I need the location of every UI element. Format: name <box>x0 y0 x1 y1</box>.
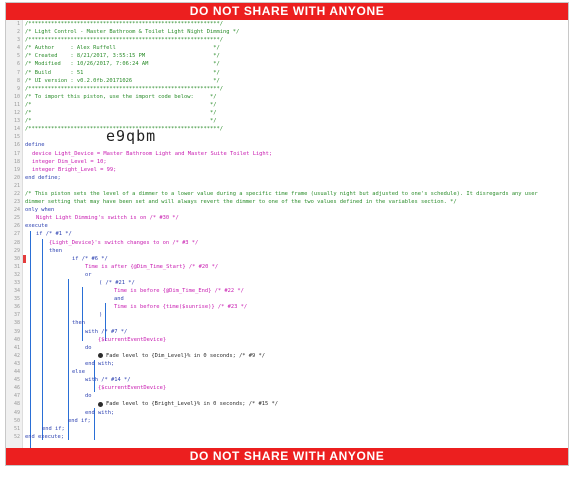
code-lines: 1/**************************************… <box>6 20 568 441</box>
code-line: 43 end with; <box>13 360 115 367</box>
code-line: 25 Night Light Dimming's switch is on /* … <box>13 215 179 222</box>
code-line: 15 <box>13 134 20 141</box>
code-line: 1/**************************************… <box>16 21 223 27</box>
code-line: 51 end if; <box>13 425 65 432</box>
code-line: 48 Fade level to {Bright_Level}% in 0 sec… <box>13 401 279 408</box>
code-line: 33( /* #21 */ <box>13 280 135 286</box>
code-line: 6/* Modified : 10/26/2017, 7:06:24 AM */ <box>16 61 220 68</box>
code-line: 17 device Light_Device = Master Bathroom … <box>13 150 273 157</box>
code-line: 42 Fade level to {Dim_Level}% in 0 second… <box>13 352 266 359</box>
code-line: 22/* This piston sets the level of a dim… <box>13 190 538 197</box>
code-line: 35 and <box>13 296 124 303</box>
code-line: 12/* */ <box>13 110 217 117</box>
code-line: 41 do <box>13 344 92 351</box>
code-line: 29 then <box>13 247 62 254</box>
code-line: 21 <box>13 182 20 189</box>
code-line: 14/*************************************… <box>13 126 223 133</box>
code-line: 3/**************************************… <box>16 37 223 44</box>
code-line: 47 do <box>13 393 92 400</box>
code-line: 52 end execute; <box>13 433 64 440</box>
task-bullet-icon <box>98 402 103 407</box>
code-line: 46 {$currentEventDevice} <box>13 385 167 392</box>
code-line: 18 integer Dim_Level = 10; <box>13 158 107 165</box>
code-line: 32 or <box>13 271 92 278</box>
code-line: 49 end with; <box>13 409 115 416</box>
code-line: 50 end if; <box>13 417 91 424</box>
code-line: 20 end define; <box>13 174 61 181</box>
code-line: 4/* Author : Alex Ruffell */ <box>16 45 220 52</box>
code-line: 23 dimmer setting that may have been set … <box>13 199 457 206</box>
code-line: 37) <box>13 312 103 319</box>
code-line: 5/* Created : 8/21/2017, 3:55:15 PM */ <box>16 53 220 60</box>
code-line: 45 with /* #14 */ <box>13 377 131 384</box>
code-line: 24 only when <box>13 207 55 214</box>
code-line: 7/* Build : 51 */ <box>16 69 220 76</box>
code-line: 10/* To import this piston, use the impo… <box>13 93 217 100</box>
warning-banner-bottom: DO NOT SHARE WITH ANYONE <box>6 448 568 465</box>
code-line: 38 then <box>13 320 85 327</box>
code-line: 30 if /* #6 */ <box>13 255 108 262</box>
code-line: 19 integer Bright_Level = 99; <box>13 166 117 173</box>
code-line: 2/* Light Control - Master Bathroom & To… <box>16 29 240 36</box>
code-line: 36 Time is before {time($sunrise)} /* #23… <box>13 304 248 311</box>
code-line: 40 {$currentEventDevice} <box>13 336 167 343</box>
code-line: 44 else <box>13 369 85 376</box>
code-line: 13/* */ <box>13 118 217 125</box>
code-line: 16 define <box>13 142 45 149</box>
code-line: 31 Time is after {@Dim_Time_Start} /* #20… <box>13 263 219 270</box>
code-line: 11/* */ <box>13 101 217 108</box>
code-line: 39 with /* #7 */ <box>13 328 128 335</box>
task-bullet-icon <box>98 353 103 359</box>
piston-viewer: DO NOT SHARE WITH ANYONE e9qbm 1/*******… <box>5 2 569 466</box>
code-line: 27 if /* #1 */ <box>13 231 72 238</box>
code-line: 28 {Light_Device}'s switch changes to on … <box>13 239 199 246</box>
code-line: 34 Time is before {@Dim_Time_End} /* #22 … <box>13 288 244 295</box>
code-line: 9/**************************************… <box>16 85 223 92</box>
code-area: e9qbm 1/********************************… <box>6 20 568 448</box>
code-line: 8/* UI version : v0.2.0fb.20171026 */ <box>16 77 220 84</box>
warning-banner-top: DO NOT SHARE WITH ANYONE <box>6 3 568 20</box>
code-line: 26 execute <box>13 223 48 230</box>
